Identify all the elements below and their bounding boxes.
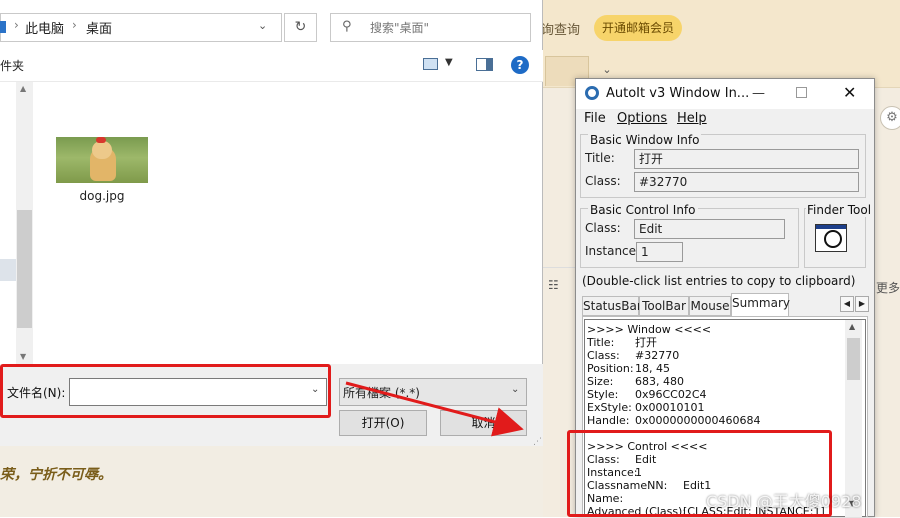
annotation-arrow [345,381,524,437]
watermark: CSDN @王大傻0928 [706,492,862,511]
annotation-arrow-line [345,381,524,437]
